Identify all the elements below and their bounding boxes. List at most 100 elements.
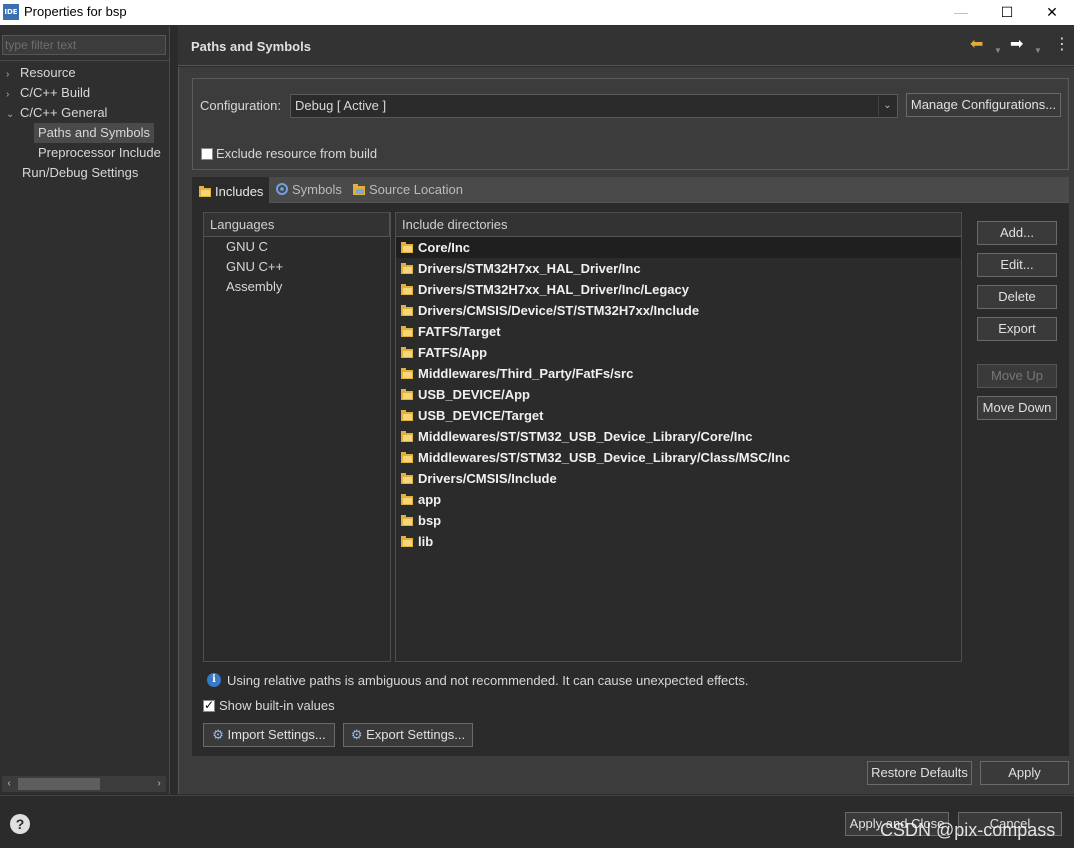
configuration-label: Configuration: — [200, 98, 281, 113]
import-settings-button[interactable]: ⚙ Import Settings... — [203, 723, 335, 747]
exclude-from-build-label: Exclude resource from build — [216, 146, 378, 161]
include-directories-column-header[interactable]: Include directories — [396, 213, 961, 237]
include-directory-path: Core/Inc — [418, 240, 471, 255]
exclude-from-build-checkbox[interactable] — [201, 148, 213, 160]
language-row[interactable]: GNU C — [204, 237, 390, 257]
chevron-right-icon[interactable]: › — [6, 65, 20, 85]
include-directory-row[interactable]: Core/Inc — [396, 237, 961, 258]
view-menu-icon[interactable]: ⋮ — [1054, 36, 1070, 54]
apply-button[interactable]: Apply — [980, 761, 1069, 785]
import-settings-label: Import Settings... — [227, 727, 326, 742]
include-directory-path: app — [418, 492, 442, 507]
include-directory-path: Middlewares/ST/STM32_USB_Device_Library/… — [418, 450, 791, 465]
configuration-select[interactable]: Debug [ Active ] ⌄ — [290, 94, 898, 118]
include-folder-icon — [401, 473, 413, 484]
nav-item-label: C/C++ Build — [20, 85, 91, 100]
chevron-down-icon[interactable]: ⌄ — [878, 96, 896, 116]
include-directory-row[interactable]: USB_DEVICE/Target — [396, 405, 961, 426]
source-location-icon — [353, 184, 365, 195]
show-builtin-values-checkbox[interactable] — [203, 698, 215, 712]
include-directory-row[interactable]: Drivers/STM32H7xx_HAL_Driver/Inc/Legacy — [396, 279, 961, 300]
include-folder-icon — [401, 368, 413, 379]
nav-horizontal-scrollbar[interactable]: ‹ › — [2, 776, 166, 792]
page-header: Paths and Symbols ⬅ ▼ ➡ ▼ ⋮ — [178, 26, 1074, 66]
nav-item-label: Paths and Symbols — [38, 125, 151, 140]
delete-button[interactable]: Delete — [977, 285, 1057, 309]
properties-page: Paths and Symbols ⬅ ▼ ➡ ▼ ⋮ Configuratio… — [178, 26, 1074, 794]
ide-app-icon: IDE — [3, 4, 19, 20]
include-directory-path: USB_DEVICE/App — [418, 387, 530, 402]
languages-table[interactable]: Languages GNU C GNU C++ Assembly — [203, 212, 391, 662]
back-arrow-icon[interactable]: ⬅ — [970, 36, 983, 54]
forward-history-dropdown-icon[interactable]: ▼ — [1034, 42, 1042, 60]
filter-input[interactable] — [2, 35, 166, 55]
include-directory-row[interactable]: Middlewares/ST/STM32_USB_Device_Library/… — [396, 447, 961, 468]
scroll-right-icon[interactable]: › — [152, 776, 166, 792]
include-folder-icon — [401, 347, 413, 358]
include-folder-icon — [401, 326, 413, 337]
include-directory-row[interactable]: Middlewares/ST/STM32_USB_Device_Library/… — [396, 426, 961, 447]
configuration-value: Debug [ Active ] — [295, 98, 387, 113]
relative-paths-warning: Using relative paths is ambiguous and no… — [227, 673, 749, 688]
add-button[interactable]: Add... — [977, 221, 1057, 245]
language-row[interactable]: Assembly — [204, 277, 390, 297]
show-builtin-values-label: Show built-in values — [219, 698, 335, 713]
nav-item-cpp-build[interactable]: › C/C++ Build — [6, 83, 90, 103]
include-directory-row[interactable]: Drivers/CMSIS/Include — [396, 468, 961, 489]
tab-symbols[interactable]: Symbols — [269, 177, 348, 203]
forward-arrow-icon[interactable]: ➡ — [1010, 36, 1023, 54]
export-settings-button[interactable]: ⚙ Export Settings... — [343, 723, 473, 747]
includes-icon — [199, 186, 211, 197]
include-directory-row[interactable]: bsp — [396, 510, 961, 531]
include-directory-row[interactable]: lib — [396, 531, 961, 552]
manage-configurations-button[interactable]: Manage Configurations... — [906, 93, 1061, 117]
export-button[interactable]: Export — [977, 317, 1057, 341]
chevron-down-icon[interactable]: ⌄ — [6, 105, 20, 125]
page-content: Configuration: Debug [ Active ] ⌄ Manage… — [178, 67, 1074, 794]
scrollbar-thumb[interactable] — [18, 778, 100, 790]
maximize-button[interactable]: ☐ — [984, 0, 1030, 25]
restore-defaults-button[interactable]: Restore Defaults — [867, 761, 972, 785]
nav-item-label: Resource — [20, 65, 76, 80]
nav-item-paths-and-symbols[interactable]: Paths and Symbols — [34, 123, 155, 143]
language-row[interactable]: GNU C++ — [204, 257, 390, 277]
include-directories-table[interactable]: Include directories Core/Inc Drivers/STM3… — [395, 212, 962, 662]
nav-item-resource[interactable]: › Resource — [6, 63, 76, 83]
include-directory-row[interactable]: FATFS/Target — [396, 321, 961, 342]
move-up-button[interactable]: Move Up — [977, 364, 1057, 388]
include-directory-row[interactable]: FATFS/App — [396, 342, 961, 363]
include-directory-row[interactable]: Drivers/CMSIS/Device/ST/STM32H7xx/Includ… — [396, 300, 961, 321]
help-icon[interactable]: ? — [10, 814, 30, 834]
title-bar: IDE Properties for bsp — ☐ ✕ — [0, 0, 1074, 25]
languages-column-header[interactable]: Languages — [204, 213, 390, 237]
chevron-right-icon[interactable]: › — [6, 85, 20, 105]
include-folder-icon — [401, 494, 413, 505]
include-folder-icon — [401, 431, 413, 442]
include-directory-row[interactable]: Drivers/STM32H7xx_HAL_Driver/Inc — [396, 258, 961, 279]
export-settings-icon: ⚙ — [350, 727, 363, 742]
page-title: Paths and Symbols — [191, 39, 311, 54]
back-history-dropdown-icon[interactable]: ▼ — [994, 42, 1002, 60]
include-directory-path: Drivers/STM32H7xx_HAL_Driver/Inc — [418, 261, 641, 276]
move-down-button[interactable]: Move Down — [977, 396, 1057, 420]
nav-item-cpp-general[interactable]: ⌄ C/C++ General — [6, 103, 107, 123]
symbols-icon — [276, 183, 288, 195]
include-directory-row[interactable]: USB_DEVICE/App — [396, 384, 961, 405]
edit-button[interactable]: Edit... — [977, 253, 1057, 277]
include-folder-icon — [401, 515, 413, 526]
tab-includes[interactable]: Includes — [192, 177, 270, 203]
import-settings-icon: ⚙ — [212, 727, 224, 742]
include-directory-path: FATFS/Target — [418, 324, 501, 339]
nav-item-run-debug-settings[interactable]: Run/Debug Settings — [22, 163, 138, 183]
tab-source-location[interactable]: Source Location — [346, 177, 469, 203]
nav-item-preprocessor-include[interactable]: Preprocessor Include — [38, 143, 161, 163]
include-directory-row[interactable]: app — [396, 489, 961, 510]
include-directory-row[interactable]: Middlewares/Third_Party/FatFs/src — [396, 363, 961, 384]
scroll-left-icon[interactable]: ‹ — [2, 776, 16, 792]
minimize-button[interactable]: — — [938, 0, 984, 25]
preferences-nav: ›Resource ›C/C++ Build ⌄C/C++ General Pa… — [0, 26, 170, 794]
export-settings-label: Export Settings... — [366, 727, 466, 742]
close-button[interactable]: ✕ — [1029, 0, 1074, 25]
include-folder-icon — [401, 410, 413, 421]
include-folder-icon — [401, 242, 413, 253]
